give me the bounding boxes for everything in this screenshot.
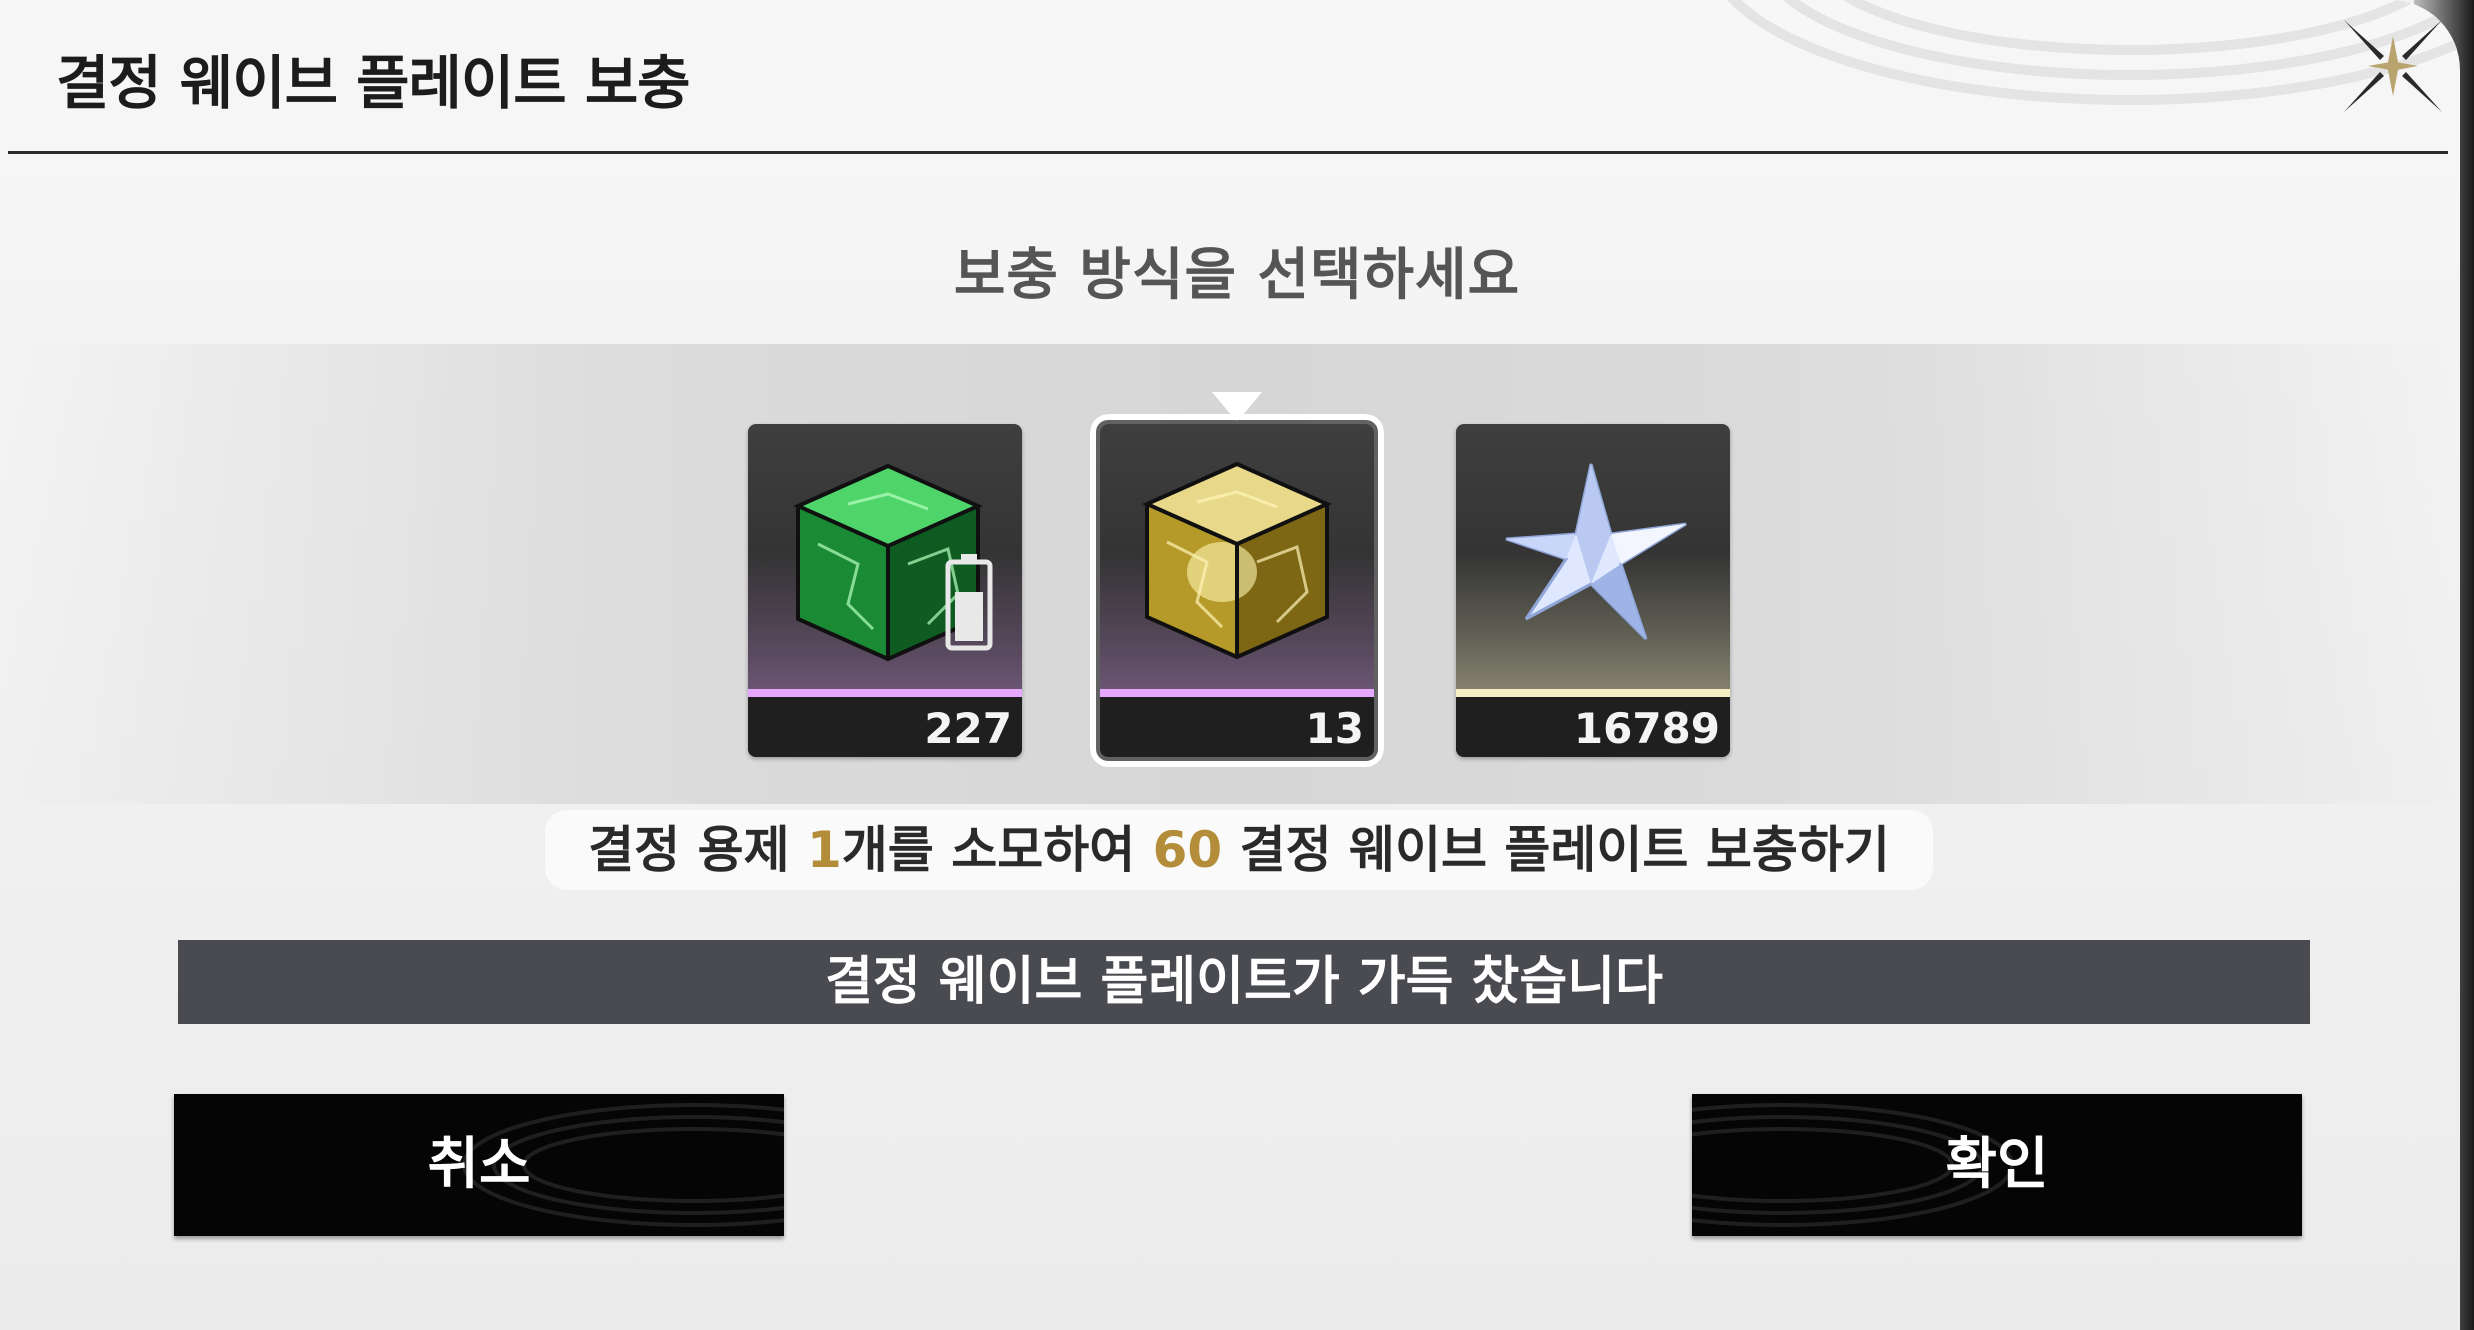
- item-count: 13: [1305, 704, 1364, 753]
- option-card-star-crystal[interactable]: 16789: [1456, 424, 1730, 757]
- amount-gained: 60: [1152, 821, 1223, 879]
- item-count: 16789: [1573, 704, 1720, 753]
- cancel-button[interactable]: 취소: [174, 1094, 784, 1236]
- header-divider: [8, 151, 2448, 154]
- description-text-3: 결정 웨이브 플레이트 보충하기: [1222, 821, 1890, 879]
- option-card-gold-crystal-cube[interactable]: 13: [1090, 414, 1384, 767]
- subtitle: 보충 방식을 선택하세요: [953, 243, 1521, 308]
- amount-used: 1: [806, 821, 842, 879]
- description-text-2: 개를 소모하여: [841, 821, 1153, 879]
- replenish-dialog: 결정 웨이브 플레이트 보충 보충 방식을 선택하세요 227 13 16789…: [0, 0, 2460, 1330]
- close-button[interactable]: [2340, 16, 2446, 116]
- star-crystal-icon: [1505, 463, 1687, 641]
- description-text-1: 결정 용제: [588, 821, 807, 879]
- item-count: 227: [924, 704, 1012, 753]
- dialog-title: 결정 웨이브 플레이트 보충: [56, 49, 691, 117]
- replenish-description: 결정 용제 1개를 소모하여 60 결정 웨이브 플레이트 보충하기: [545, 810, 1933, 890]
- selection-pointer-icon: [1212, 392, 1262, 422]
- card-divider: [1100, 689, 1374, 697]
- card-divider: [1456, 689, 1730, 697]
- cancel-button-label: 취소: [427, 1132, 531, 1197]
- card-divider: [748, 689, 1022, 697]
- confirm-button[interactable]: 확인: [1692, 1094, 2302, 1236]
- close-x-icon: [2344, 20, 2442, 112]
- option-card-green-crystal-cube[interactable]: 227: [748, 424, 1022, 757]
- confirm-button-label: 확인: [1945, 1132, 2049, 1197]
- gold-crystal-cube-icon: [1142, 461, 1332, 660]
- battery-icon: [945, 554, 993, 651]
- status-message: 결정 웨이브 플레이트가 가득 찼습니다: [178, 940, 2310, 1024]
